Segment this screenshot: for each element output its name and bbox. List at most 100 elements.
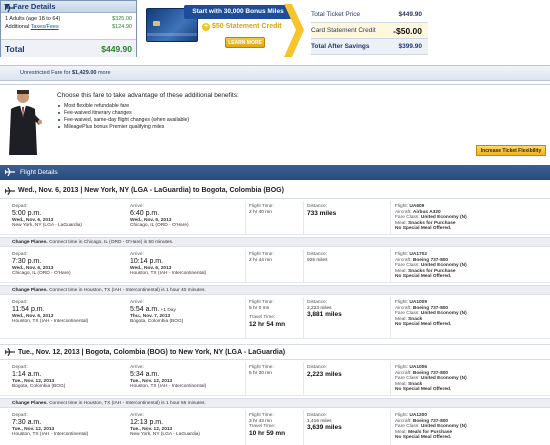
distance-value: 2,223 miles xyxy=(307,370,342,378)
aircraft-label: Aircraft: xyxy=(395,209,412,215)
depart-col: Depart: 1:14 a.m. Tue., Nov. 12, 2013 Bo… xyxy=(12,365,65,390)
depart-col: Depart: 5:00 p.m. Wed., Nov. 6, 2013 New… xyxy=(12,204,82,229)
taxes-fees-link[interactable]: Taxes/Fees xyxy=(31,24,59,30)
distance-col: Distance: 2,223 miles xyxy=(307,365,342,379)
change-planes-label: Change Planes. xyxy=(12,401,48,406)
flight-label: Flight: xyxy=(395,252,409,257)
flight-details-header[interactable]: Flight Details xyxy=(0,165,550,180)
arrive-time: 5:54 a.m. xyxy=(130,305,160,313)
special-meal: No Special Meal Offered. xyxy=(395,322,452,328)
leg-header-return: Tue., Nov. 12, 2013 | Bogota, Colombia (… xyxy=(0,344,550,360)
fare-details-title: Fare Details xyxy=(13,2,56,11)
aircraft-value: Boeing 737-800 xyxy=(412,418,449,424)
flight-label: Flight: xyxy=(395,204,409,209)
fare-row-taxes: Additional Taxes/Fees $124.90 xyxy=(5,24,132,30)
increase-flexibility-button[interactable]: Increase Ticket Flexibility xyxy=(476,145,546,156)
distance-col: Distance: 2,223 miles 3,881 miles xyxy=(307,300,342,319)
flight-label: Flight: xyxy=(395,300,409,305)
unrestricted-amount: $1,429.00 xyxy=(71,70,97,76)
depart-place: Houston, TX (IAH - Intercontinental) xyxy=(12,319,89,325)
aircraft-value: Boeing 737-800 xyxy=(412,305,449,311)
flight-number: UA1006 xyxy=(409,365,428,370)
flight-segment: Depart: 5:00 p.m. Wed., Nov. 6, 2013 New… xyxy=(0,201,550,235)
flight-info-col: Flight: UA1009 Aircraft: Boeing 737-800 … xyxy=(395,300,467,328)
arrow-right-icon xyxy=(284,4,304,57)
card-statement-credit-value: -$50.00 xyxy=(393,26,422,36)
airplane-icon xyxy=(5,187,15,195)
flight-segment: Depart: 11:54 p.m. Wed., Nov. 6, 2013 Ho… xyxy=(0,297,550,339)
flight-number: UA1702 xyxy=(409,252,428,257)
total-after-savings-row: Total After Savings $399.90 xyxy=(311,39,428,55)
flight-time-label: Flight Time: xyxy=(249,252,274,257)
special-meal: No Special Meal Offered. xyxy=(395,435,452,441)
bonus-miles-banner[interactable]: Start with 30,000 Bonus Miles xyxy=(184,5,292,19)
aircraft-label: Aircraft: xyxy=(395,305,412,311)
distance-col: Distance: 925 miles xyxy=(307,252,328,263)
distance-total: 3,639 miles xyxy=(307,424,342,432)
fare-class-value: United Economy (N) xyxy=(420,424,467,430)
fare-total: Total $449.90 xyxy=(1,39,136,57)
fare-details-header[interactable]: Fare Details xyxy=(1,1,136,13)
arrive-extra-day: +1 Day xyxy=(160,307,176,313)
depart-place: Chicago, IL (ORD - O'Hare) xyxy=(12,271,71,277)
fare-row-value: $325.00 xyxy=(112,16,132,22)
benefits-list: Most flexible refundable fare Fee-waived… xyxy=(57,103,189,131)
arrive-col: Arrive: 5:34 a.m. Tue., Nov. 12, 2013 Ho… xyxy=(130,365,206,390)
unrestricted-text: Unrestricted Fare for xyxy=(20,70,72,76)
distance-value: 925 miles xyxy=(307,257,328,263)
distance-label: Distance: xyxy=(307,252,327,257)
arrive-place: Houston, TX (IAH - Intercontinental) xyxy=(130,271,207,277)
distance-value: 733 miles xyxy=(307,209,337,217)
statement-credit-text: + $50 Statement Credit xyxy=(202,23,292,35)
arrive-place: Bogota, Colombia (BOG) xyxy=(130,319,184,325)
aircraft-value: Airbus A320 xyxy=(412,209,441,215)
flight-time-col: Flight Time: 2 hr 40 mn xyxy=(249,204,274,215)
credit-card-promo[interactable]: Start with 30,000 Bonus Miles + $50 State… xyxy=(146,3,294,60)
airplane-icon xyxy=(5,348,15,356)
flight-segment: Depart: 7:30 p.m. Wed., Nov. 6, 2013 Chi… xyxy=(0,249,550,283)
airplane-icon xyxy=(5,4,15,12)
flight-info-col: Flight: UA1702 Aircraft: Boeing 737-800 … xyxy=(395,252,467,280)
aircraft-label: Aircraft: xyxy=(395,257,412,263)
aircraft-value: Boeing 737-800 xyxy=(412,257,449,263)
arrive-place: Chicago, IL (ORD - O'Hare) xyxy=(130,223,189,229)
learn-more-button[interactable]: LEARN MORE xyxy=(225,37,265,48)
flight-segment: Depart: 1:14 a.m. Tue., Nov. 12, 2013 Bo… xyxy=(0,362,550,396)
arrive-place: New York, NY (LGA - LaGuardia) xyxy=(130,432,201,438)
fare-class-value: United Economy (N) xyxy=(420,215,467,221)
card-statement-credit-row: Card Statement Credit -$50.00 xyxy=(311,23,428,39)
fare-class-value: United Economy (N) xyxy=(420,311,467,317)
distance-col: Distance: 1,416 miles 3,639 miles xyxy=(307,413,342,432)
flight-info-col: Flight: UA609 Aircraft: Airbus A320 Fare… xyxy=(395,204,467,232)
fare-row-value: $124.90 xyxy=(112,24,132,30)
aircraft-label: Aircraft: xyxy=(395,370,412,376)
flexibility-panel: Choose this fare to take advantage of th… xyxy=(0,84,550,156)
depart-time: 5:00 p.m. xyxy=(12,209,42,217)
change-planes-label: Change Planes. xyxy=(12,288,48,293)
benefit-item: Fee-waived itinerary changes xyxy=(57,110,189,117)
aircraft-label: Aircraft: xyxy=(395,418,412,424)
flight-time-label: Flight Time: xyxy=(249,204,274,209)
flight-info-col: Flight: UA1200 Aircraft: Boeing 737-800 … xyxy=(395,413,467,441)
total-ticket-price-row: Total Ticket Price $449.90 xyxy=(311,7,428,23)
change-planes-notice: Change Planes. Connect time in Houston, … xyxy=(0,398,550,408)
depart-time: 1:14 a.m. xyxy=(12,370,42,378)
flight-time-value: 5 hr 20 mn xyxy=(249,370,272,376)
arrive-col: Arrive: 10:14 p.m. Wed., Nov. 6, 2013 Ho… xyxy=(130,252,206,277)
depart-col: Depart: 7:30 a.m. Tue., Nov. 12, 2013 Ho… xyxy=(12,413,88,438)
total-ticket-price-label: Total Ticket Price xyxy=(311,11,361,18)
airplane-icon xyxy=(5,168,15,176)
leg-header-outbound: Wed., Nov. 6, 2013 | New York, NY (LGA -… xyxy=(0,183,550,199)
unrestricted-fare-bar[interactable]: Unrestricted Fare for $1,429.00 more xyxy=(0,65,550,81)
fare-total-label: Total xyxy=(5,44,25,54)
flight-label: Flight: xyxy=(395,365,409,370)
flight-info-col: Flight: UA1006 Aircraft: Boeing 737-800 … xyxy=(395,365,467,393)
arrive-place: Houston, TX (IAH - Intercontinental) xyxy=(130,384,207,390)
flight-number: UA1200 xyxy=(409,413,428,418)
connect-time-text: Connect time in Houston, TX (IAH - Inter… xyxy=(49,288,206,293)
depart-time: 7:30 a.m. xyxy=(12,418,42,426)
plus-icon: + xyxy=(202,23,210,31)
flight-time-col: Flight Time: 2 hr 44 mn xyxy=(249,252,274,263)
flight-time-col: Flight Time: 3 hr 43 mn Travel Time: 10 … xyxy=(249,413,285,438)
benefit-item: Fee-waived, same-day flight changes (whe… xyxy=(57,117,189,124)
